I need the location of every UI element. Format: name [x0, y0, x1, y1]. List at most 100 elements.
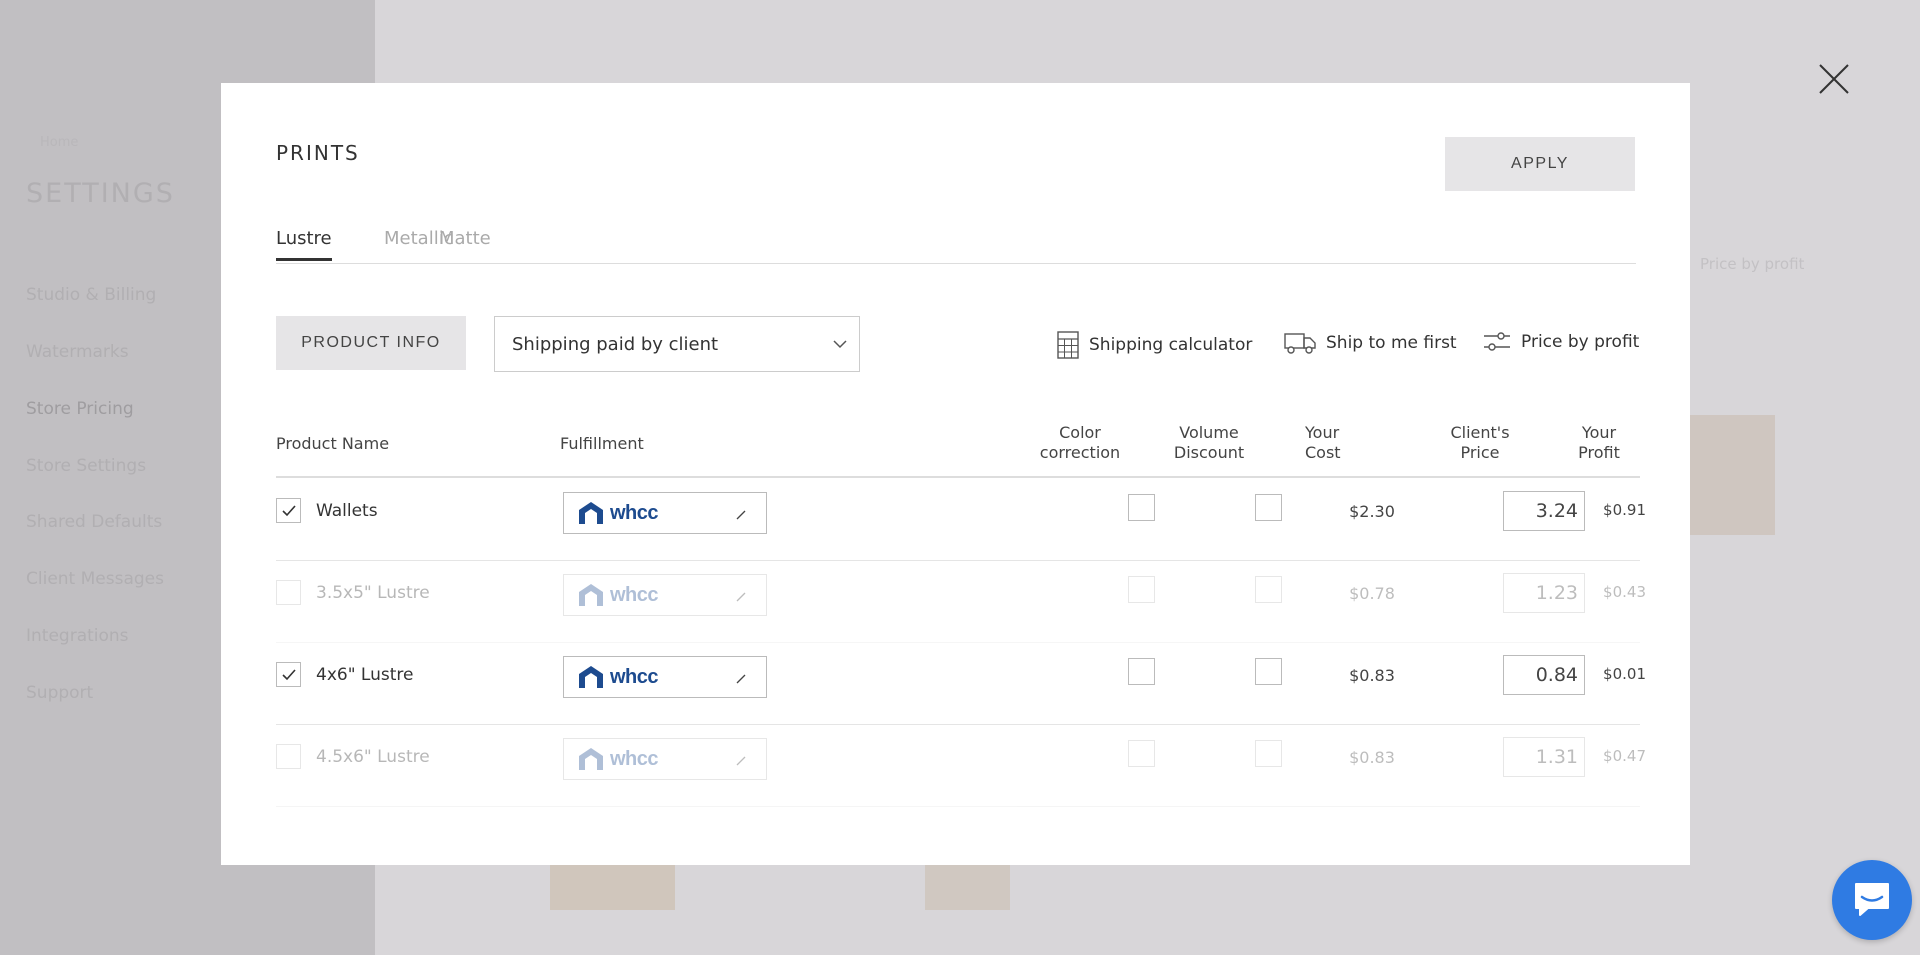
header-volume-discount: Volume Discount	[1159, 423, 1259, 463]
bg-price-by-profit: Price by profit	[1700, 255, 1805, 273]
edit-icon	[736, 756, 746, 766]
chat-button[interactable]	[1832, 860, 1912, 940]
table-row: Wallets whcc $2.30 3.24 $0.91	[276, 478, 1646, 561]
checkmark-icon	[281, 668, 296, 680]
header-text: Discount	[1173, 443, 1245, 462]
checkmark-icon	[281, 504, 296, 516]
product-name: 3.5x5" Lustre	[316, 583, 430, 603]
bg-nav-item-active: Store Pricing	[26, 399, 134, 419]
close-modal-button[interactable]	[1813, 58, 1855, 100]
lab-name: whcc	[610, 665, 659, 688]
ship-to-me-first-button[interactable]: Ship to me first	[1284, 331, 1457, 355]
bg-home-link: Home	[40, 135, 79, 150]
header-fulfillment: Fulfillment	[560, 434, 644, 453]
shipping-calculator-label: Shipping calculator	[1089, 335, 1253, 355]
tab-matte[interactable]: Matte	[439, 228, 491, 258]
your-cost-value: $2.30	[1349, 502, 1395, 521]
ship-to-me-first-label: Ship to me first	[1326, 333, 1457, 353]
product-info-button[interactable]: PRODUCT INFO	[276, 316, 466, 370]
header-text: Profit	[1578, 443, 1620, 462]
header-your-cost: Your Cost	[1305, 423, 1341, 463]
lab-name: whcc	[610, 583, 659, 606]
bg-nav-item: Integrations	[26, 626, 129, 646]
header-text: Volume	[1179, 423, 1239, 442]
volume-discount-checkbox[interactable]	[1255, 740, 1282, 767]
header-text: Your	[1305, 423, 1340, 442]
row-select-checkbox[interactable]	[276, 498, 301, 523]
edit-icon	[736, 592, 746, 602]
whcc-logo-icon	[579, 748, 603, 770]
product-name: 4x6" Lustre	[316, 665, 414, 685]
apply-button[interactable]: APPLY	[1445, 137, 1635, 191]
color-correction-checkbox[interactable]	[1128, 740, 1155, 767]
color-correction-checkbox[interactable]	[1128, 494, 1155, 521]
bg-thumbnail	[925, 860, 1010, 910]
bg-thumbnail	[1690, 415, 1775, 535]
row-select-checkbox[interactable]	[276, 744, 301, 769]
table-row: 3.5x5" Lustre whcc $0.78 1.23 $0.43	[276, 560, 1646, 643]
shipping-select-value: Shipping paid by client	[512, 333, 719, 355]
fulfillment-selector[interactable]: whcc	[563, 656, 767, 698]
bg-nav-item: Studio & Billing	[26, 285, 157, 305]
shipping-calculator-button[interactable]: Shipping calculator	[1057, 331, 1252, 359]
truck-icon	[1284, 333, 1316, 354]
header-text: Your	[1581, 423, 1617, 442]
your-cost-value: $0.83	[1349, 666, 1395, 685]
sliders-icon	[1484, 332, 1510, 351]
bg-nav-item: Shared Defaults	[26, 512, 163, 532]
bg-nav-item: Client Messages	[26, 569, 164, 589]
bg-nav-item: Watermarks	[26, 342, 129, 362]
row-select-checkbox[interactable]	[276, 662, 301, 687]
volume-discount-checkbox[interactable]	[1255, 658, 1282, 685]
header-clients-price: Client's Price	[1435, 423, 1525, 463]
header-your-profit: Your Profit	[1569, 423, 1629, 463]
shipping-select[interactable]: Shipping paid by client	[494, 316, 860, 372]
prints-modal: PRINTS APPLY Lustre Metallic Matte PRODU…	[221, 83, 1690, 865]
table-row: 4x6" Lustre whcc $0.83 0.84 $0.01	[276, 642, 1646, 725]
clients-price-input[interactable]: 3.24	[1503, 491, 1585, 531]
header-product-name: Product Name	[276, 434, 390, 453]
paper-tabs: Lustre Metallic Matte	[276, 228, 1636, 264]
whcc-logo-icon	[579, 666, 603, 688]
whcc-logo-icon	[579, 502, 603, 524]
price-by-profit-label: Price by profit	[1521, 332, 1640, 352]
clients-price-input[interactable]: 1.23	[1503, 573, 1585, 613]
your-cost-value: $0.78	[1349, 584, 1395, 603]
header-text: Color	[1059, 423, 1101, 442]
color-correction-checkbox[interactable]	[1128, 658, 1155, 685]
bg-nav-item: Support	[26, 683, 94, 703]
fulfillment-selector[interactable]: whcc	[563, 738, 767, 780]
price-by-profit-button[interactable]: Price by profit	[1483, 331, 1639, 353]
bg-thumbnail	[550, 860, 675, 910]
your-profit-value: $0.01	[1603, 665, 1646, 683]
fulfillment-selector[interactable]: whcc	[563, 492, 767, 534]
clients-price-input[interactable]: 0.84	[1503, 655, 1585, 695]
bg-nav-item: Store Settings	[26, 456, 147, 476]
your-profit-value: $0.43	[1603, 583, 1646, 601]
header-color-correction: Color correction	[1025, 423, 1135, 463]
chat-icon	[1855, 883, 1889, 916]
lab-name: whcc	[610, 747, 659, 770]
bg-settings-title: SETTINGS	[26, 178, 175, 209]
color-correction-checkbox[interactable]	[1128, 576, 1155, 603]
fulfillment-selector[interactable]: whcc	[563, 574, 767, 616]
whcc-logo-icon	[579, 584, 603, 606]
header-text: Cost	[1305, 443, 1341, 462]
product-name: 4.5x6" Lustre	[316, 747, 430, 767]
your-profit-value: $0.47	[1603, 747, 1646, 765]
header-text: Client's	[1450, 423, 1510, 442]
your-cost-value: $0.83	[1349, 748, 1395, 767]
clients-price-input[interactable]: 1.31	[1503, 737, 1585, 777]
edit-icon	[736, 510, 746, 520]
close-icon	[1819, 64, 1849, 94]
product-name: Wallets	[316, 501, 378, 521]
volume-discount-checkbox[interactable]	[1255, 494, 1282, 521]
your-profit-value: $0.91	[1603, 501, 1646, 519]
tab-lustre[interactable]: Lustre	[276, 228, 332, 261]
volume-discount-checkbox[interactable]	[1255, 576, 1282, 603]
chevron-down-icon	[833, 340, 847, 349]
table-row: 4.5x6" Lustre whcc $0.83 1.31 $0.47	[276, 724, 1646, 807]
row-select-checkbox[interactable]	[276, 580, 301, 605]
modal-title: PRINTS	[276, 141, 360, 165]
calculator-icon	[1057, 331, 1079, 359]
